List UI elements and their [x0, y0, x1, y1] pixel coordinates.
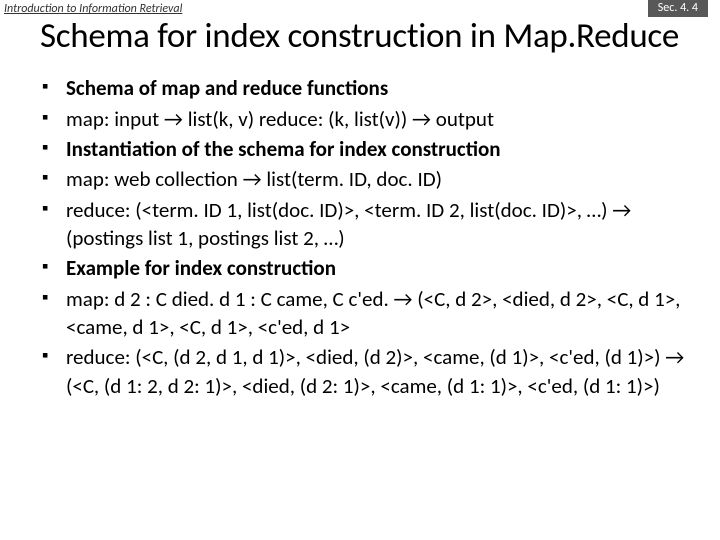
section-label: Sec. 4. 4: [648, 0, 708, 17]
slide: Introduction to Information Retrieval Se…: [0, 0, 720, 540]
bullet-item: Schema of map and reduce functions: [36, 74, 690, 102]
bullet-text: reduce: (<term. ID 1, list(doc. ID)>, <t…: [66, 197, 631, 251]
bullet-item: Example for index construction: [36, 254, 690, 282]
bullet-item: map: input → list(k, v) reduce: (k, list…: [36, 105, 690, 133]
course-label: Introduction to Information Retrieval: [4, 2, 182, 16]
bullet-text: reduce: (<C, (d 2, d 1, d 1)>, <died, (d…: [66, 344, 684, 398]
bullet-text: Schema of map and reduce functions: [66, 75, 388, 101]
bullet-text: map: input → list(k, v) reduce: (k, list…: [66, 106, 494, 132]
bullet-list: Schema of map and reduce functions map: i…: [36, 74, 690, 400]
bullet-item: reduce: (<C, (d 2, d 1, d 1)>, <died, (d…: [36, 343, 690, 400]
page-title: Schema for index construction in Map.Red…: [0, 16, 720, 56]
slide-body: Schema of map and reduce functions map: i…: [0, 56, 720, 400]
bullet-item: map: d 2 : C died. d 1 : C came, C c'ed.…: [36, 285, 690, 342]
bullet-text: map: web collection → list(term. ID, doc…: [66, 166, 442, 192]
top-bar: Introduction to Information Retrieval Se…: [0, 0, 720, 18]
bullet-item: map: web collection → list(term. ID, doc…: [36, 165, 690, 193]
bullet-item: reduce: (<term. ID 1, list(doc. ID)>, <t…: [36, 196, 690, 253]
bullet-text: map: d 2 : C died. d 1 : C came, C c'ed.…: [66, 286, 680, 340]
bullet-text: Instantiation of the schema for index co…: [66, 136, 501, 162]
bullet-text: Example for index construction: [66, 255, 336, 281]
bullet-item: Instantiation of the schema for index co…: [36, 135, 690, 163]
